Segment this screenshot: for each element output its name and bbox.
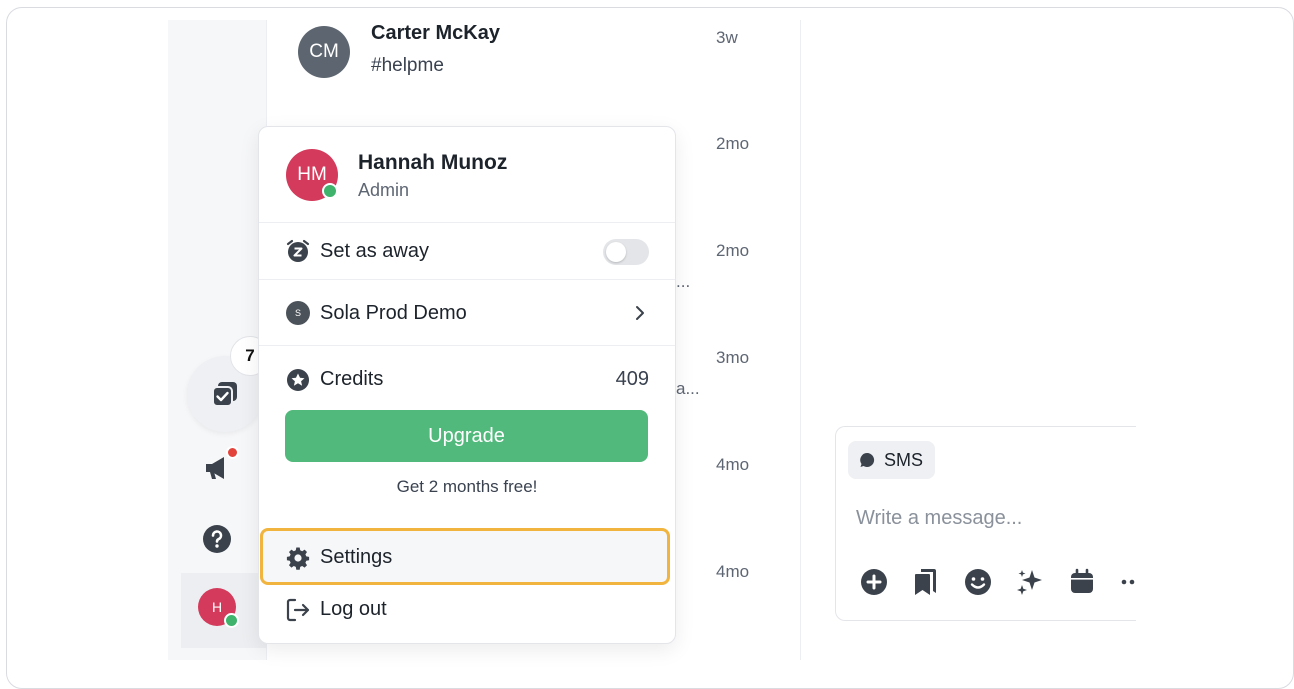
divider [259, 222, 675, 223]
plus-circle-icon[interactable] [858, 566, 890, 598]
channel-selector[interactable]: SMS [848, 441, 936, 479]
online-status-dot [224, 613, 239, 628]
menu-user-role: Admin [358, 180, 410, 200]
credits-value: 409 [615, 368, 649, 390]
gear-icon [285, 545, 311, 571]
set-away-label[interactable]: Set as away [320, 240, 429, 263]
star-badge-icon [285, 367, 311, 393]
message-composer: SMS Write a message... [835, 426, 1136, 621]
message-input[interactable]: Write a message... [856, 507, 1022, 530]
settings-label: Settings [320, 546, 393, 568]
help-icon[interactable] [200, 522, 234, 556]
workspace-row-icon: S [285, 300, 311, 326]
conversation-time: 3mo [716, 348, 750, 367]
conversation-preview: #helpme [371, 55, 444, 76]
credits-label: Credits [320, 368, 384, 390]
emoji-icon[interactable] [962, 566, 994, 598]
divider [259, 345, 675, 346]
menu-user-name: Hannah Munoz [358, 151, 508, 174]
user-menu: HM Hannah Munoz Admin Set as away S Sola… [258, 126, 676, 644]
conversation-time: 2mo [716, 241, 750, 260]
upgrade-promo-text: Get 2 months free! [396, 477, 538, 496]
set-away-toggle[interactable] [603, 239, 649, 265]
conversation-name[interactable]: Carter McKay [371, 22, 500, 45]
snooze-alarm-icon [285, 238, 311, 264]
logout-icon [285, 597, 311, 623]
conversation-avatar[interactable]: CM [298, 26, 350, 78]
conversation-time: 3w [716, 28, 738, 47]
divider [259, 279, 675, 280]
conversation-time: 4mo [716, 455, 750, 474]
workspace-name[interactable]: Sola Prod Demo [320, 302, 467, 325]
chat-bubble-icon [860, 452, 875, 467]
calendar-icon[interactable] [1066, 566, 1098, 598]
logout-menu-item[interactable]: Log out [320, 598, 387, 621]
notification-dot [226, 446, 239, 459]
conversation-preview-truncated: ... [676, 272, 691, 291]
bookmark-icon[interactable] [910, 566, 942, 598]
channel-label: SMS [884, 449, 924, 470]
sparkles-ai-icon[interactable] [1014, 566, 1046, 598]
toggle-knob [606, 242, 626, 262]
conversation-time: 4mo [716, 562, 750, 581]
upgrade-button[interactable]: Upgrade [285, 410, 648, 462]
conversation-preview-truncated: a... [676, 379, 700, 398]
more-options-icon[interactable] [1116, 566, 1136, 598]
workspace-avatar: S [286, 301, 310, 325]
chevron-right-icon[interactable] [633, 302, 647, 329]
tasks-check-icon [212, 382, 237, 407]
online-status-dot [322, 183, 338, 199]
conversation-time: 2mo [716, 134, 750, 153]
